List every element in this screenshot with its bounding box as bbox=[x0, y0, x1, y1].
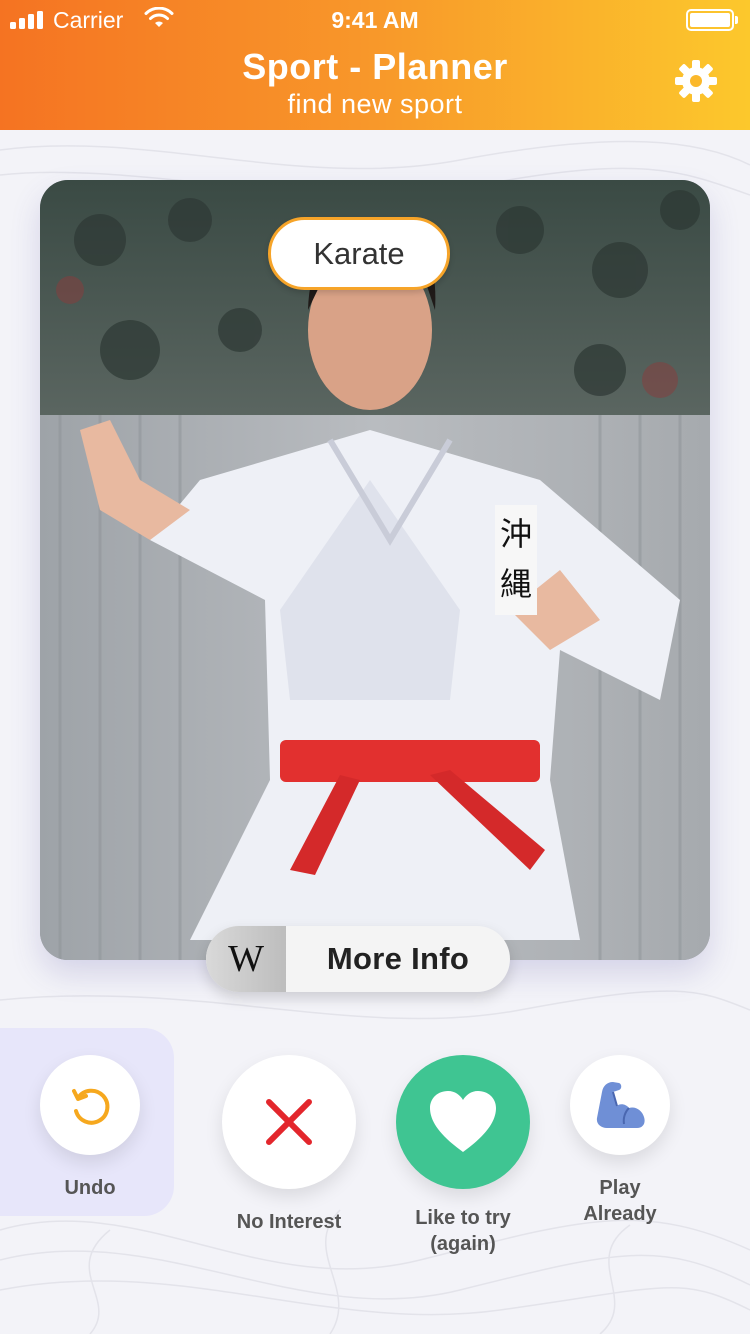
like-to-try-button[interactable] bbox=[396, 1055, 530, 1189]
app-title: Sport - Planner bbox=[242, 46, 508, 87]
no-interest-label: No Interest bbox=[236, 1211, 342, 1233]
sport-name-badge: Karate bbox=[268, 217, 450, 290]
battery-icon bbox=[686, 9, 738, 31]
undo-button[interactable] bbox=[40, 1055, 140, 1155]
flexed-bicep-icon bbox=[596, 1082, 645, 1128]
undo-icon bbox=[72, 1088, 110, 1125]
app-subtitle: find new sport bbox=[287, 89, 463, 119]
play-already-button[interactable] bbox=[570, 1055, 670, 1155]
play-already-label: Play Already bbox=[583, 1177, 657, 1225]
undo-label: Undo bbox=[64, 1177, 116, 1199]
close-icon bbox=[266, 1099, 312, 1145]
svg-text:縄: 縄 bbox=[500, 565, 532, 603]
gear-icon[interactable] bbox=[674, 59, 718, 103]
like-to-try-label: Like to try (again) bbox=[415, 1207, 511, 1255]
sport-photo: 沖 縄 bbox=[40, 180, 710, 960]
no-interest-button[interactable] bbox=[222, 1055, 356, 1189]
app-header: Carrier 9:41 AM Sport - Planner find new… bbox=[0, 0, 750, 130]
wikipedia-icon: W bbox=[206, 926, 286, 992]
svg-text:沖: 沖 bbox=[500, 515, 532, 553]
status-time: 9:41 AM bbox=[331, 7, 419, 33]
more-info-button[interactable]: W More Info bbox=[206, 926, 510, 992]
status-bar: Carrier 9:41 AM bbox=[0, 0, 750, 40]
heart-icon bbox=[430, 1091, 496, 1152]
sport-card[interactable]: 沖 縄 bbox=[40, 180, 710, 960]
more-info-label: More Info bbox=[326, 941, 470, 976]
